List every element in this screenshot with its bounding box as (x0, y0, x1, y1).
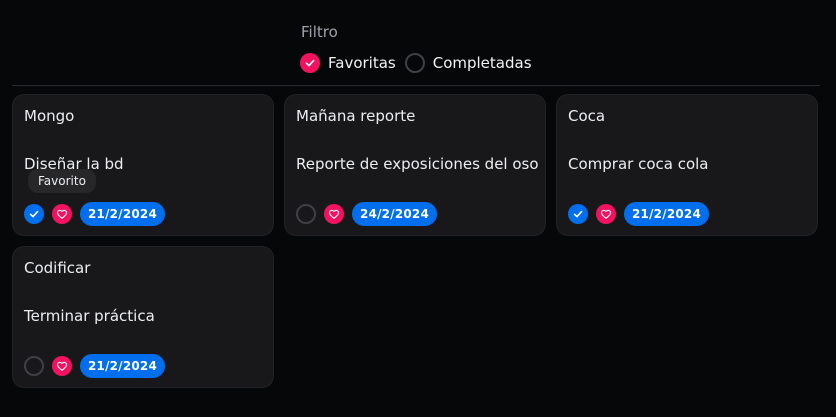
completadas-checkbox[interactable] (404, 53, 425, 73)
heart-icon (328, 209, 340, 219)
favorite-button[interactable] (52, 356, 72, 376)
card-footer: 24/2/2024 (296, 202, 438, 226)
task-card: Mañana reporte Reporte de exposiciones d… (284, 94, 546, 236)
date-chip: 21/2/2024 (80, 202, 166, 226)
card-footer: 21/2/2024 (24, 202, 166, 226)
heart-icon (56, 361, 68, 371)
favorite-button[interactable] (596, 204, 616, 224)
card-title: Coca (568, 107, 606, 125)
favorite-button[interactable] (324, 204, 344, 224)
heart-icon (56, 209, 68, 219)
card-title: Codificar (24, 259, 91, 277)
filter-title: Filtro (301, 23, 338, 41)
check-icon (573, 210, 583, 218)
filter-option-completadas[interactable]: Completadas (404, 53, 532, 73)
favorite-button[interactable] (52, 204, 72, 224)
completed-checkbox[interactable] (24, 204, 44, 224)
filter-section: Filtro Favoritas Completadas (300, 22, 532, 73)
card-description: Terminar práctica (24, 307, 155, 325)
divider (12, 85, 820, 86)
date-chip: 21/2/2024 (80, 354, 166, 378)
task-card: Codificar Terminar práctica 21/2/2024 (12, 246, 274, 388)
completed-checkbox[interactable] (568, 204, 588, 224)
completed-checkbox[interactable] (296, 204, 316, 224)
card-footer: 21/2/2024 (568, 202, 710, 226)
favoritas-checkbox[interactable] (300, 53, 320, 73)
check-icon (29, 210, 39, 218)
heart-icon (600, 209, 612, 219)
completed-checkbox[interactable] (24, 356, 44, 376)
filter-options: Favoritas Completadas (300, 53, 532, 73)
date-chip: 24/2/2024 (352, 202, 438, 226)
filter-option-favoritas[interactable]: Favoritas (300, 53, 396, 73)
card-description: Comprar coca cola (568, 155, 709, 173)
favorite-tooltip: Favorito (28, 169, 96, 193)
card-title: Mañana reporte (296, 107, 416, 125)
task-card: Coca Comprar coca cola 21/2/2024 (556, 94, 818, 236)
card-footer: 21/2/2024 (24, 354, 166, 378)
card-description: Reporte de exposiciones del oso (296, 155, 539, 173)
completadas-label: Completadas (432, 54, 532, 72)
card-title: Mongo (24, 107, 75, 125)
task-card: Mongo Diseñar la bd 21/2/2024 (12, 94, 274, 236)
favoritas-label: Favoritas (328, 54, 396, 72)
check-icon (305, 59, 315, 67)
date-chip: 21/2/2024 (624, 202, 710, 226)
